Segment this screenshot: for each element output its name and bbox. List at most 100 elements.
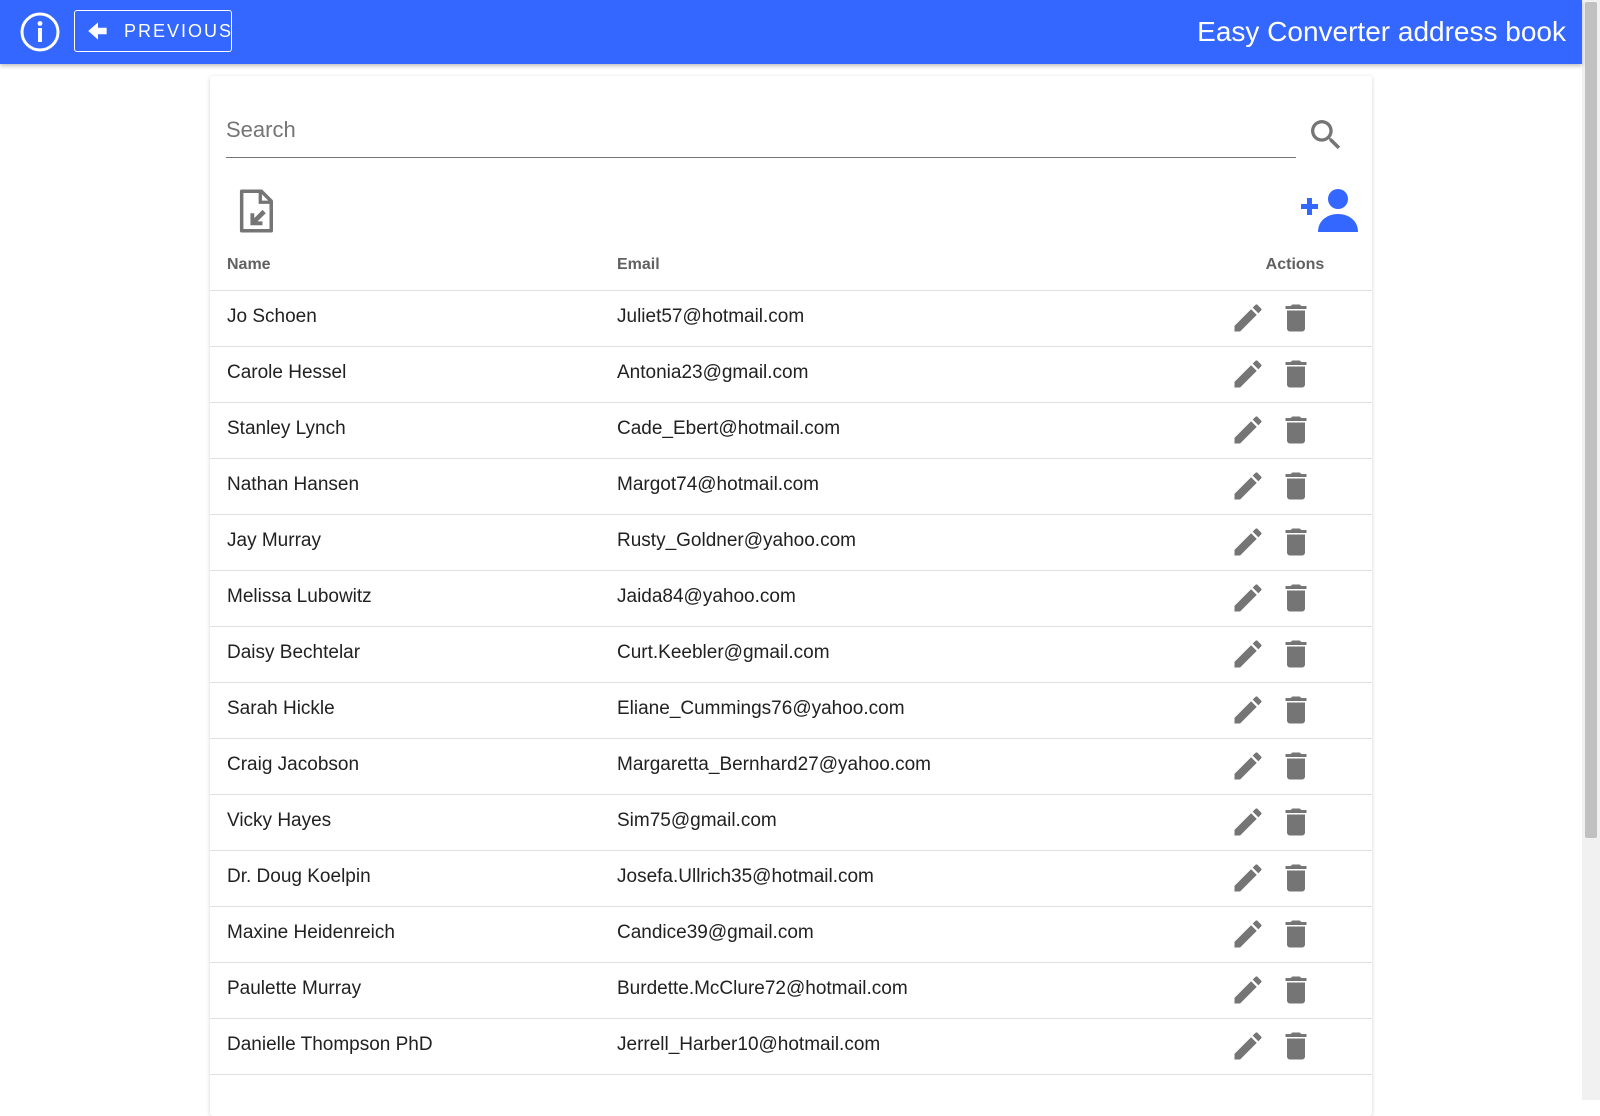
pencil-icon: [1234, 864, 1262, 892]
edit-button[interactable]: [1228, 691, 1268, 729]
delete-button[interactable]: [1276, 299, 1316, 337]
contact-name: Carole Hessel: [227, 362, 347, 383]
contact-email: Rusty_Goldner@yahoo.com: [617, 530, 856, 551]
search-button[interactable]: [1303, 112, 1349, 158]
delete-button[interactable]: [1276, 803, 1316, 841]
table-row: Carole Hessel Antonia23@gmail.com: [210, 347, 1372, 403]
trash-icon: [1285, 1032, 1307, 1060]
trash-icon: [1285, 528, 1307, 556]
import-file-button[interactable]: [232, 186, 282, 236]
trash-icon: [1285, 416, 1307, 444]
contact-name: Stanley Lynch: [227, 418, 346, 439]
contact-email: Jerrell_Harber10@hotmail.com: [617, 1034, 881, 1055]
delete-button[interactable]: [1276, 1027, 1316, 1065]
edit-button[interactable]: [1228, 299, 1268, 337]
scrollbar-thumb[interactable]: [1585, 2, 1597, 838]
delete-button[interactable]: [1276, 915, 1316, 953]
contact-email: Jaida84@yahoo.com: [617, 586, 796, 607]
page-scrollbar[interactable]: [1582, 0, 1600, 1100]
delete-button[interactable]: [1276, 859, 1316, 897]
trash-icon: [1285, 752, 1307, 780]
table-row: Nathan Hansen Margot74@hotmail.com: [210, 459, 1372, 515]
table-row: Jay Murray Rusty_Goldner@yahoo.com: [210, 515, 1372, 571]
contact-name: Dr. Doug Koelpin: [227, 866, 371, 887]
search-icon: [1311, 120, 1341, 150]
delete-button[interactable]: [1276, 747, 1316, 785]
delete-button[interactable]: [1276, 579, 1316, 617]
pencil-icon: [1234, 920, 1262, 948]
pencil-icon: [1234, 528, 1262, 556]
contact-name: Maxine Heidenreich: [227, 922, 395, 943]
info-icon: [20, 12, 60, 52]
table-row: Paulette Murray Burdette.McClure72@hotma…: [210, 963, 1372, 1019]
contact-email: Josefa.Ullrich35@hotmail.com: [617, 866, 874, 887]
contact-email: Margaretta_Bernhard27@yahoo.com: [617, 754, 931, 775]
pencil-icon: [1234, 304, 1262, 332]
contact-name: Danielle Thompson PhD: [227, 1034, 433, 1055]
trash-icon: [1285, 304, 1307, 332]
address-book-card: Name Email Actions Jo Schoen Juliet57@ho…: [210, 76, 1372, 1116]
contact-email: Eliane_Cummings76@yahoo.com: [617, 698, 905, 719]
table-row: Maxine Heidenreich Candice39@gmail.com: [210, 907, 1372, 963]
table-row: Vicky Hayes Sim75@gmail.com: [210, 795, 1372, 851]
contact-email: Margot74@hotmail.com: [617, 474, 819, 495]
contact-name: Jay Murray: [227, 530, 321, 551]
search-input[interactable]: [226, 102, 1296, 158]
edit-button[interactable]: [1228, 355, 1268, 393]
trash-icon: [1285, 976, 1307, 1004]
add-contact-button[interactable]: [1300, 186, 1360, 234]
edit-button[interactable]: [1228, 523, 1268, 561]
edit-button[interactable]: [1228, 915, 1268, 953]
trash-icon: [1285, 584, 1307, 612]
pencil-icon: [1234, 640, 1262, 668]
table-row: Melissa Lubowitz Jaida84@yahoo.com: [210, 571, 1372, 627]
pencil-icon: [1234, 696, 1262, 724]
trash-icon: [1285, 808, 1307, 836]
contact-name: Melissa Lubowitz: [227, 586, 372, 607]
table-row: Stanley Lynch Cade_Ebert@hotmail.com: [210, 403, 1372, 459]
trash-icon: [1285, 360, 1307, 388]
contact-name: Jo Schoen: [227, 306, 317, 327]
pencil-icon: [1234, 584, 1262, 612]
contact-email: Juliet57@hotmail.com: [617, 306, 805, 327]
pencil-icon: [1234, 752, 1262, 780]
table-row: Dr. Doug Koelpin Josefa.Ullrich35@hotmai…: [210, 851, 1372, 907]
edit-button[interactable]: [1228, 411, 1268, 449]
contact-name: Vicky Hayes: [227, 810, 332, 831]
edit-button[interactable]: [1228, 803, 1268, 841]
trash-icon: [1285, 920, 1307, 948]
contact-email: Antonia23@gmail.com: [617, 362, 809, 383]
delete-button[interactable]: [1276, 971, 1316, 1009]
trash-icon: [1285, 696, 1307, 724]
delete-button[interactable]: [1276, 467, 1316, 505]
delete-button[interactable]: [1276, 523, 1316, 561]
info-button[interactable]: [19, 11, 61, 53]
edit-button[interactable]: [1228, 859, 1268, 897]
contact-name: Craig Jacobson: [227, 754, 360, 775]
add-person-icon: [1301, 189, 1358, 232]
delete-button[interactable]: [1276, 355, 1316, 393]
table-row: Danielle Thompson PhD Jerrell_Harber10@h…: [210, 1019, 1372, 1075]
table-row: Daisy Bechtelar Curt.Keebler@gmail.com: [210, 627, 1372, 683]
contact-name: Sarah Hickle: [227, 698, 335, 719]
edit-button[interactable]: [1228, 579, 1268, 617]
table-row: Craig Jacobson Margaretta_Bernhard27@yah…: [210, 739, 1372, 795]
trash-icon: [1285, 472, 1307, 500]
edit-button[interactable]: [1228, 1027, 1268, 1065]
contact-email: Sim75@gmail.com: [617, 810, 777, 831]
table-header: Name Email Actions: [210, 246, 1372, 291]
edit-button[interactable]: [1228, 971, 1268, 1009]
arrow-left-icon: [85, 18, 111, 44]
contacts-table-body: Jo Schoen Juliet57@hotmail.com Carole He…: [210, 291, 1372, 1075]
contact-email: Candice39@gmail.com: [617, 922, 814, 943]
edit-button[interactable]: [1228, 467, 1268, 505]
app-bar: PREVIOUS Easy Converter address book: [0, 0, 1582, 64]
delete-button[interactable]: [1276, 635, 1316, 673]
edit-button[interactable]: [1228, 747, 1268, 785]
delete-button[interactable]: [1276, 691, 1316, 729]
delete-button[interactable]: [1276, 411, 1316, 449]
previous-button[interactable]: PREVIOUS: [74, 10, 232, 52]
pencil-icon: [1234, 808, 1262, 836]
pencil-icon: [1234, 1032, 1262, 1060]
edit-button[interactable]: [1228, 635, 1268, 673]
